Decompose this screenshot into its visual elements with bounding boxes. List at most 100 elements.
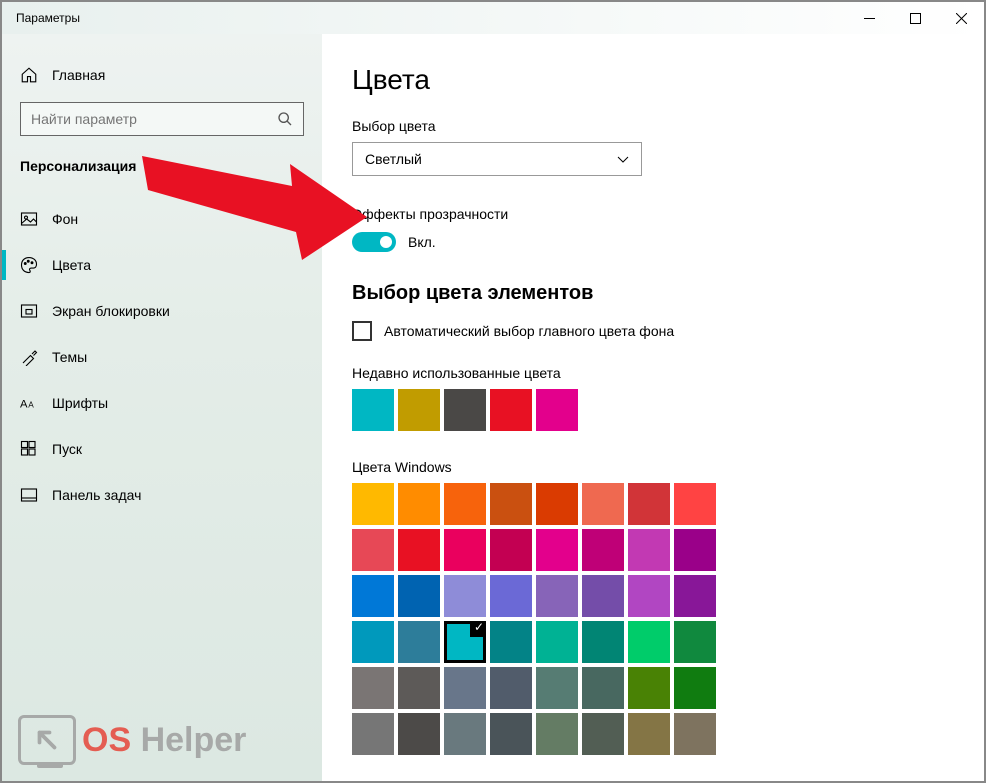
windows-color-swatch[interactable] — [490, 529, 532, 571]
windows-color-swatch[interactable] — [444, 713, 486, 755]
color-mode-value: Светлый — [365, 151, 422, 167]
taskbar-icon — [20, 486, 38, 504]
watermark: OS Helper — [18, 715, 246, 765]
windows-color-swatch[interactable] — [444, 529, 486, 571]
sidebar-item-lockscreen[interactable]: Экран блокировки — [2, 288, 322, 334]
windows-color-swatch[interactable] — [352, 713, 394, 755]
windows-color-swatch[interactable] — [398, 529, 440, 571]
home-button[interactable]: Главная — [2, 60, 322, 100]
windows-color-swatch[interactable] — [674, 529, 716, 571]
windows-color-swatch[interactable] — [490, 483, 532, 525]
windows-color-swatch[interactable] — [490, 575, 532, 617]
windows-color-swatch[interactable] — [674, 621, 716, 663]
start-icon — [20, 440, 38, 458]
windows-color-swatch[interactable] — [628, 575, 670, 617]
windows-color-swatch[interactable] — [444, 667, 486, 709]
recent-color-swatch[interactable] — [536, 389, 578, 431]
windows-color-swatch[interactable] — [352, 621, 394, 663]
recent-color-swatch[interactable] — [490, 389, 532, 431]
sidebar-item-fonts[interactable]: AA Шрифты — [2, 380, 322, 426]
sidebar-item-label: Пуск — [52, 441, 82, 457]
maximize-button[interactable] — [892, 2, 938, 34]
transparency-label: Эффекты прозрачности — [352, 206, 954, 222]
recent-color-swatch[interactable] — [352, 389, 394, 431]
windows-color-swatch[interactable] — [352, 529, 394, 571]
fonts-icon: AA — [20, 394, 38, 412]
page-title: Цвета — [352, 64, 954, 96]
themes-icon — [20, 348, 38, 366]
windows-color-swatch[interactable] — [674, 483, 716, 525]
windows-colors-grid — [352, 483, 954, 755]
windows-color-swatch[interactable] — [628, 621, 670, 663]
recent-colors-row — [352, 389, 954, 431]
windows-color-swatch[interactable] — [536, 621, 578, 663]
windows-color-swatch[interactable] — [398, 621, 440, 663]
windows-color-swatch[interactable] — [398, 713, 440, 755]
sidebar-item-label: Цвета — [52, 257, 91, 273]
close-button[interactable] — [938, 2, 984, 34]
windows-color-swatch[interactable] — [674, 575, 716, 617]
windows-color-swatch[interactable] — [628, 483, 670, 525]
recent-color-swatch[interactable] — [398, 389, 440, 431]
windows-color-swatch[interactable] — [444, 621, 486, 663]
windows-color-swatch[interactable] — [398, 667, 440, 709]
svg-text:A: A — [28, 401, 34, 410]
windows-color-swatch[interactable] — [352, 483, 394, 525]
windows-color-swatch[interactable] — [444, 483, 486, 525]
color-mode-dropdown[interactable]: Светлый — [352, 142, 642, 176]
auto-pick-checkbox[interactable] — [352, 321, 372, 341]
windows-color-swatch[interactable] — [628, 667, 670, 709]
watermark-helper: Helper — [131, 721, 246, 759]
accent-heading: Выбор цвета элементов — [352, 282, 954, 305]
windows-color-swatch[interactable] — [536, 667, 578, 709]
windows-color-swatch[interactable] — [536, 713, 578, 755]
watermark-os: OS — [82, 721, 131, 759]
windows-color-swatch[interactable] — [582, 621, 624, 663]
minimize-button[interactable] — [846, 2, 892, 34]
windows-color-swatch[interactable] — [490, 667, 532, 709]
sidebar-item-label: Экран блокировки — [52, 303, 170, 319]
windows-color-swatch[interactable] — [674, 667, 716, 709]
windows-color-swatch[interactable] — [628, 529, 670, 571]
sidebar-item-colors[interactable]: Цвета — [2, 242, 322, 288]
sidebar-item-background[interactable]: Фон — [2, 196, 322, 242]
windows-color-swatch[interactable] — [628, 713, 670, 755]
windows-color-swatch[interactable] — [582, 529, 624, 571]
sidebar-item-label: Темы — [52, 349, 87, 365]
transparency-state: Вкл. — [408, 234, 436, 250]
windows-color-swatch[interactable] — [674, 713, 716, 755]
window-title: Параметры — [16, 11, 80, 25]
windows-color-swatch[interactable] — [536, 575, 578, 617]
windows-color-swatch[interactable] — [444, 575, 486, 617]
windows-color-swatch[interactable] — [490, 621, 532, 663]
sidebar-item-label: Панель задач — [52, 487, 141, 503]
recent-color-swatch[interactable] — [444, 389, 486, 431]
windows-color-swatch[interactable] — [582, 483, 624, 525]
windows-color-swatch[interactable] — [536, 529, 578, 571]
windows-color-swatch[interactable] — [582, 575, 624, 617]
windows-color-swatch[interactable] — [582, 713, 624, 755]
windows-color-swatch[interactable] — [582, 667, 624, 709]
sidebar-item-taskbar[interactable]: Панель задач — [2, 472, 322, 518]
sidebar-item-themes[interactable]: Темы — [2, 334, 322, 380]
window-controls — [846, 2, 984, 34]
search-icon — [277, 111, 293, 127]
sidebar-item-start[interactable]: Пуск — [2, 426, 322, 472]
sidebar: Главная Персонализация Фон Цвета Экран б… — [2, 34, 322, 781]
windows-color-swatch[interactable] — [398, 575, 440, 617]
titlebar: Параметры — [2, 2, 984, 34]
windows-color-swatch[interactable] — [536, 483, 578, 525]
sidebar-item-label: Фон — [52, 211, 78, 227]
watermark-text: OS Helper — [82, 721, 246, 760]
windows-color-swatch[interactable] — [398, 483, 440, 525]
sidebar-item-label: Шрифты — [52, 395, 108, 411]
search-input[interactable] — [31, 111, 277, 127]
recent-colors-label: Недавно использованные цвета — [352, 365, 954, 381]
main-content: Цвета Выбор цвета Светлый Эффекты прозра… — [322, 34, 984, 781]
search-input-container[interactable] — [20, 102, 304, 136]
windows-color-swatch[interactable] — [352, 667, 394, 709]
windows-color-swatch[interactable] — [490, 713, 532, 755]
windows-color-swatch[interactable] — [352, 575, 394, 617]
chevron-down-icon — [617, 153, 629, 165]
transparency-toggle[interactable] — [352, 232, 396, 252]
